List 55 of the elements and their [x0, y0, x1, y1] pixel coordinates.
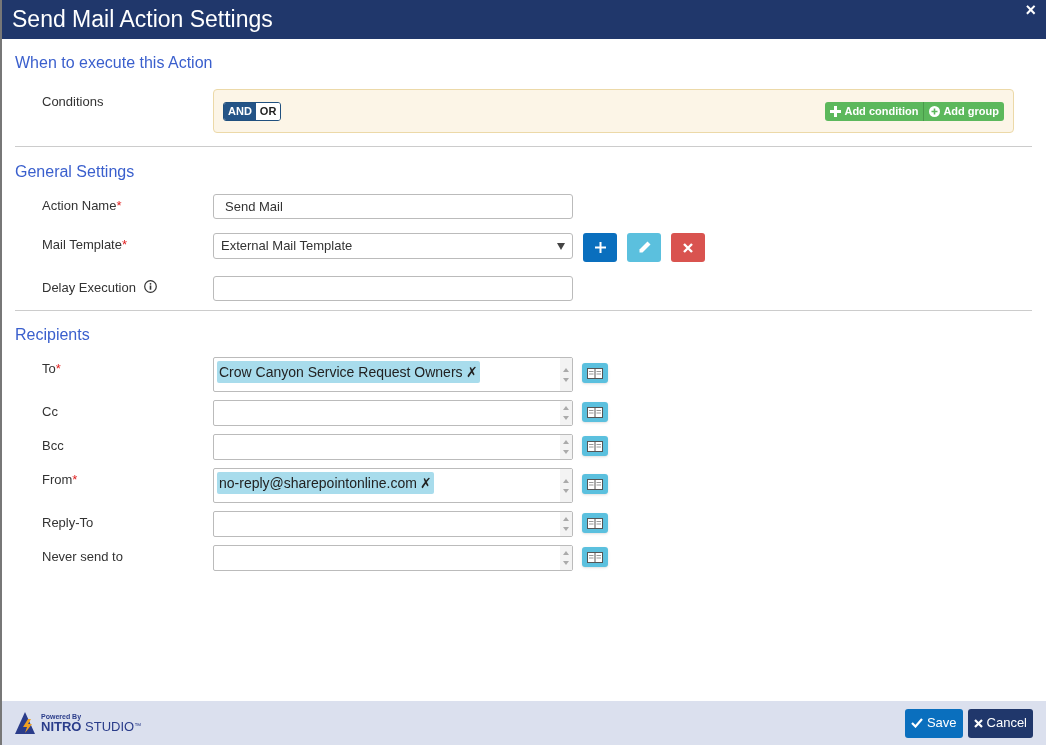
address-book-button[interactable] [582, 547, 608, 567]
close-icon [973, 718, 983, 728]
field-label: Conditions [42, 94, 104, 109]
book-icon [587, 406, 603, 418]
field-label: Delay Execution [42, 279, 136, 297]
field-label: Cc [42, 403, 58, 421]
section-heading: When to execute this Action [15, 53, 214, 73]
close-button[interactable]: × [1025, 1, 1036, 19]
recipient-token[interactable]: no-reply@sharepointonline.com ✗ [217, 472, 434, 494]
recipient-field[interactable]: Crow Canyon Service Request Owners ✗ [213, 357, 573, 392]
plus-icon [594, 242, 606, 253]
book-icon [587, 367, 603, 379]
close-icon [683, 242, 693, 253]
field-label: From* [42, 471, 78, 489]
book-icon [587, 478, 603, 490]
recipient-token[interactable]: Crow Canyon Service Request Owners ✗ [217, 361, 480, 383]
edit-template-button[interactable] [627, 233, 661, 262]
info-icon[interactable] [143, 280, 157, 293]
text-field[interactable]: Send Mail [213, 194, 573, 219]
check-icon [910, 718, 923, 728]
address-book-button[interactable] [582, 363, 608, 383]
delete-template-button[interactable] [671, 233, 705, 262]
recipient-field[interactable] [213, 400, 573, 426]
section-heading: Recipients [15, 325, 91, 345]
plus-circle-icon [929, 105, 941, 117]
logic-toggle[interactable]: AND [224, 102, 256, 120]
save-button[interactable]: Save [904, 708, 963, 738]
cancel-button[interactable]: Cancel [967, 708, 1033, 738]
book-icon [587, 440, 603, 452]
field-label: Reply-To [42, 514, 94, 532]
text-field[interactable] [213, 276, 573, 301]
template-select[interactable]: External Mail Template [213, 233, 573, 259]
section-heading: General Settings [15, 162, 136, 182]
recipient-field[interactable] [213, 511, 573, 537]
field-label: Action Name* [42, 197, 122, 215]
field-label: Mail Template* [42, 236, 128, 254]
recipient-field[interactable] [213, 434, 573, 460]
address-book-button[interactable] [582, 474, 608, 494]
field-label: To* [42, 360, 61, 378]
logic-toggle[interactable]: OR [255, 102, 281, 120]
recipient-field[interactable] [213, 545, 573, 571]
address-book-button[interactable] [582, 402, 608, 422]
book-icon [587, 517, 603, 529]
window-title: Send Mail Action Settings [12, 5, 273, 35]
field-label: Bcc [42, 437, 64, 455]
book-icon [587, 551, 603, 563]
add-template-button[interactable] [583, 233, 617, 262]
field-label: Never send to [42, 548, 123, 566]
address-book-button[interactable] [582, 513, 608, 533]
address-book-button[interactable] [582, 436, 608, 456]
pencil-icon [637, 241, 651, 254]
brand-name: NITRO STUDIO$^{™}$ [41, 720, 142, 733]
recipient-field[interactable]: no-reply@sharepointonline.com ✗ [213, 468, 573, 503]
plus-icon [830, 105, 842, 117]
caret-icon [557, 242, 565, 250]
